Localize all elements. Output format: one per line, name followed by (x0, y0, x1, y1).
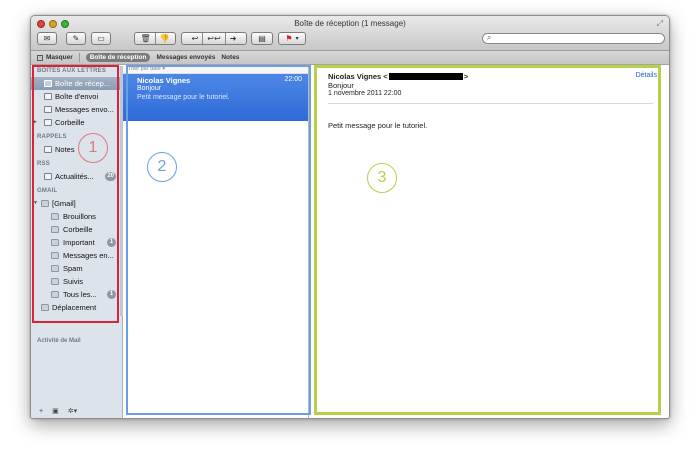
sidebar-item-outbox[interactable]: Boîte d'envoi (31, 90, 120, 103)
reply-icon[interactable]: ↩ (192, 34, 199, 43)
sidebar-toggle-icon: ▫ (37, 54, 43, 61)
folder-icon (51, 265, 59, 272)
add-mailbox-button[interactable]: + (39, 408, 43, 415)
favorite-inbox[interactable]: Boîte de réception (85, 53, 151, 62)
details-link[interactable]: Détails (636, 72, 657, 79)
unread-badge: 1 (107, 290, 116, 299)
reading-pane: Nicolas Vignes < > Détails Bonjour 1 nove… (309, 66, 669, 418)
sidebar-item-trash[interactable]: ▶ Corbeille (31, 116, 120, 129)
folder-icon (51, 226, 59, 233)
annotation-label-1: 1 (78, 133, 108, 163)
search-field[interactable]: ⌕ (482, 33, 665, 44)
sidebar-item-sent[interactable]: Messages envo... (31, 103, 120, 116)
header-divider (328, 103, 653, 104)
reply-group: ↩ ↩↩ ➜ (181, 32, 247, 45)
outbox-icon (44, 93, 52, 100)
favorite-notes[interactable]: Notes (221, 54, 239, 61)
fullscreen-icon[interactable]: ⤢ (657, 19, 663, 29)
message-sender: Nicolas Vignes (137, 76, 191, 85)
chevron-down-icon: ▾ (295, 36, 299, 42)
message-row[interactable]: Nicolas Vignes 22:00 Bonjour Petit messa… (123, 74, 308, 121)
unread-badge: 1 (107, 238, 116, 247)
message-preview: Petit message pour le tutoriel. (137, 94, 230, 101)
section-mailboxes: BOÎTES AUX LETTRES (37, 68, 107, 74)
sidebar-item-important[interactable]: Important 1 (31, 236, 120, 249)
sidebar-item-inbox[interactable]: Boîte de récep... (31, 77, 120, 90)
get-mail-button[interactable]: ✉ (37, 32, 57, 45)
envelope-icon: ✉ (43, 34, 51, 43)
mailbox-sidebar: BOÎTES AUX LETTRES Boîte de récep... Boî… (31, 66, 123, 418)
new-note-button[interactable]: ▭ (91, 32, 111, 45)
sidebar-item-starred[interactable]: Suivis (31, 275, 120, 288)
sidebar-item-deplacement[interactable]: Déplacement (31, 301, 120, 314)
sidebar-footer: + ▣ ✲▾ (31, 404, 122, 418)
folder-icon (51, 239, 59, 246)
sent-icon (44, 106, 52, 113)
folder-icon (41, 304, 49, 311)
flag-button[interactable]: ⚑ ▾ (278, 32, 306, 45)
reader-date: 1 novembre 2011 22:00 (328, 90, 402, 97)
favorites-bar: ▫ Masquer Boîte de réception Messages en… (31, 51, 669, 65)
compose-icon: ✎ (72, 34, 80, 43)
sidebar-item-drafts[interactable]: Brouillons (31, 210, 120, 223)
annotation-label-2: 2 (147, 152, 177, 182)
notes-icon (44, 146, 52, 153)
section-rss: RSS (37, 161, 50, 167)
search-icon: ⌕ (487, 33, 492, 42)
window-title: Boîte de réception (1 message) (294, 19, 406, 28)
sidebar-item-gmail-root[interactable]: ▼ [Gmail] (31, 197, 120, 210)
redacted-email (388, 73, 463, 80)
annotation-label-3: 3 (367, 163, 397, 193)
reader-subject: Bonjour (328, 81, 354, 90)
message-list: Trier par date ▾ Nicolas Vignes 22:00 Bo… (123, 66, 309, 418)
folder-icon (51, 291, 59, 298)
sidebar-item-all-mail[interactable]: Tous les... 1 (31, 288, 120, 301)
unread-badge: 20 (105, 172, 116, 181)
mail-window: Boîte de réception (1 message) ⤢ ✉ ✎ ▭ 🗑… (30, 15, 670, 419)
folder-icon (51, 252, 59, 259)
message-time: 22:00 (284, 76, 302, 83)
disclosure-triangle-icon[interactable]: ▶ (33, 116, 37, 129)
trash-icon[interactable]: 🗑 (140, 34, 150, 43)
sort-by-date-button[interactable]: Trier par date ▾ (123, 66, 308, 74)
reply-all-icon[interactable]: ↩↩ (207, 34, 220, 43)
gear-icon[interactable]: ✲▾ (68, 407, 77, 415)
sidebar-item-gmail-sent[interactable]: Messages en... (31, 249, 120, 262)
sidebar-item-gmail-trash[interactable]: Corbeille (31, 223, 120, 236)
section-gmail: GMAIL (37, 188, 58, 194)
junk-icon[interactable]: 👎 (160, 34, 170, 43)
delete-junk-group: 🗑 👎 (134, 32, 176, 45)
sidebar-item-news[interactable]: Actualités... 20 (31, 170, 120, 183)
sidebar-item-spam[interactable]: Spam (31, 262, 120, 275)
reader-from: Nicolas Vignes < > (328, 72, 469, 81)
hide-mailboxes-button[interactable]: ▫ Masquer (37, 54, 73, 61)
inbox-icon (44, 80, 52, 87)
message-subject: Bonjour (137, 85, 162, 92)
folder-icon (41, 200, 49, 207)
favorite-sent[interactable]: Messages envoyés (156, 54, 215, 61)
folder-icon (51, 213, 59, 220)
disclosure-triangle-icon[interactable]: ▼ (33, 197, 38, 210)
print-button[interactable]: ▤ (251, 32, 273, 45)
flag-icon: ⚑ (285, 34, 293, 43)
reader-body: Petit message pour le tutoriel. (328, 121, 428, 130)
title-bar: Boîte de réception (1 message) ⤢ ✉ ✎ ▭ 🗑… (31, 16, 669, 51)
trash-icon (44, 119, 52, 126)
mail-activity-label: Activité de Mail (37, 338, 81, 344)
forward-icon[interactable]: ➜ (230, 34, 237, 43)
print-icon: ▤ (258, 34, 266, 43)
show-activity-button[interactable]: ▣ (52, 407, 59, 415)
search-input[interactable] (495, 34, 655, 43)
note-icon: ▭ (97, 34, 105, 43)
folder-icon (51, 278, 59, 285)
rss-icon (44, 173, 52, 180)
compose-button[interactable]: ✎ (66, 32, 86, 45)
